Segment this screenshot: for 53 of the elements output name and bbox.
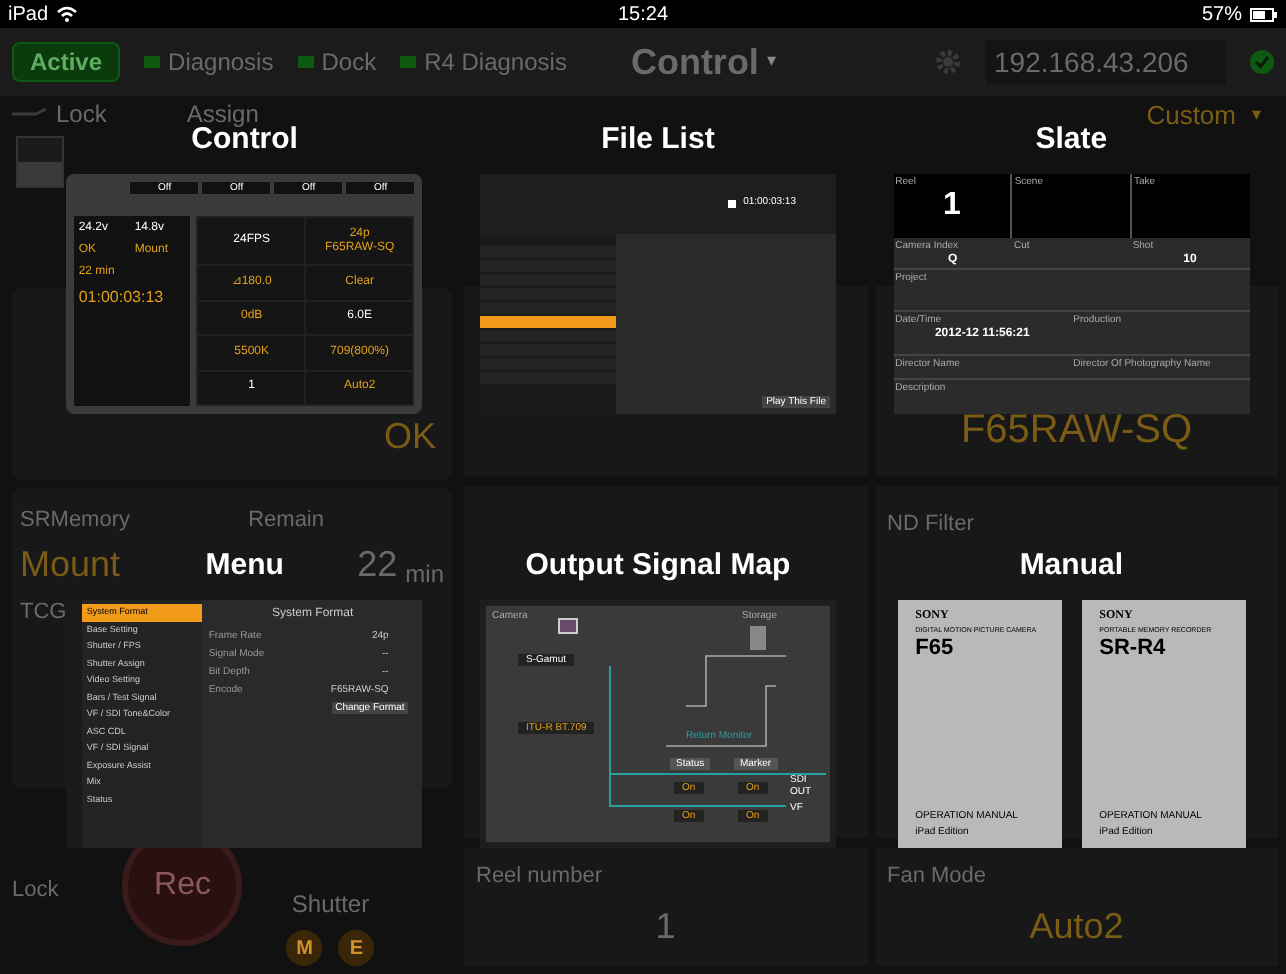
shutter-mode-button[interactable]: M: [286, 930, 323, 966]
tcg-label: TCG: [20, 597, 67, 627]
assign-label: Assign: [186, 98, 259, 128]
section-title[interactable]: Menu: [205, 546, 284, 586]
switch-knob[interactable]: [18, 162, 62, 186]
caret-icon[interactable]: ▾: [766, 48, 777, 76]
battery-icon: [1250, 7, 1278, 21]
menu-thumbnail[interactable]: [66, 600, 423, 848]
shutter-mode-button[interactable]: E: [338, 930, 375, 966]
indicator-label: Diagnosis: [168, 46, 274, 80]
indicator-label: R4 Diagnosis: [424, 46, 567, 80]
nd-filter-label: ND Filter: [887, 511, 974, 536]
file-row[interactable]: [479, 316, 616, 328]
section-title[interactable]: Slate: [1035, 120, 1108, 160]
section-title[interactable]: File List: [601, 120, 715, 160]
device-name: iPad: [8, 1, 49, 29]
remain-value: 22: [357, 541, 398, 587]
stop-icon: [727, 200, 736, 208]
sensor-icon: [557, 618, 578, 634]
file-row[interactable]: [479, 302, 616, 314]
file-row[interactable]: [479, 274, 616, 286]
file-row[interactable]: [479, 288, 616, 300]
section-title[interactable]: Manual: [1019, 546, 1123, 586]
model-name: F65: [915, 636, 956, 661]
lock-switch[interactable]: [16, 136, 64, 188]
mount-value: Mount: [20, 541, 121, 587]
slate-field-value: 1: [943, 188, 961, 224]
diagnosis-value: OK: [383, 414, 436, 460]
lock-label: Lock: [12, 875, 59, 905]
lock-slider-icon: [12, 108, 48, 120]
battery-percent: 57%: [1201, 1, 1242, 29]
remain-unit: min: [405, 557, 444, 591]
section-title[interactable]: Output Signal Map: [525, 546, 791, 586]
reel-number-value: 1: [655, 904, 676, 950]
shutter-label: Shutter: [291, 888, 370, 922]
file-row[interactable]: [479, 246, 616, 258]
wifi-icon: [56, 6, 79, 22]
lock-label: Lock: [56, 98, 107, 132]
model-name: SR-R4: [1099, 636, 1168, 661]
settings-icon: [934, 48, 962, 76]
fan-mode-value: Auto2: [1029, 904, 1124, 950]
check-icon: [1250, 50, 1274, 74]
fan-mode-label: Fan Mode: [887, 861, 989, 891]
sr-memory-label: SRMemory: [20, 506, 131, 536]
reel-number-label: Reel number: [476, 861, 604, 891]
active-button[interactable]: Active: [12, 42, 121, 82]
remain-label: Remain: [248, 506, 324, 536]
file-row[interactable]: [479, 260, 616, 272]
clock-time: 15:24: [617, 3, 669, 25]
storage-icon: [749, 626, 766, 650]
indicator-label: Dock: [321, 46, 377, 80]
file-row[interactable]: [479, 330, 616, 342]
timecode: 01:00:03:13: [78, 286, 166, 310]
